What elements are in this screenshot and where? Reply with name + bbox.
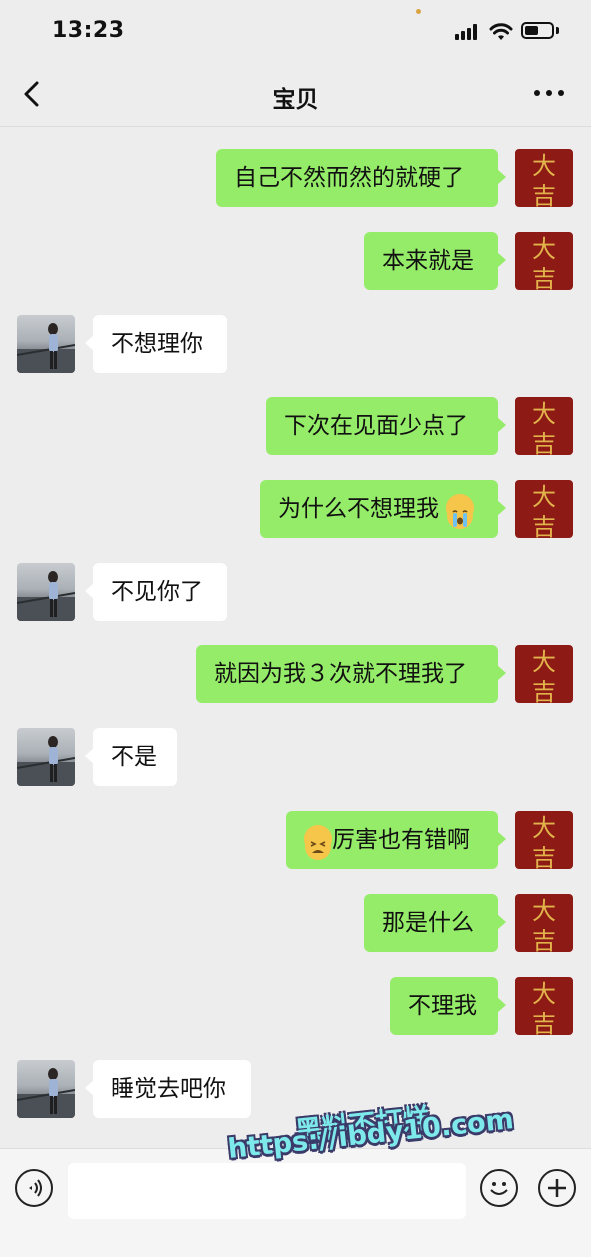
contact-avatar[interactable] bbox=[17, 563, 75, 621]
message-bubble[interactable]: 不理我 bbox=[390, 977, 506, 1035]
self-avatar[interactable]: 大 吉 bbox=[515, 645, 573, 703]
contact-avatar[interactable] bbox=[17, 315, 75, 373]
message-bubble[interactable]: 厉害也有错啊 bbox=[286, 811, 506, 869]
svg-text:大: 大 bbox=[532, 400, 556, 428]
self-avatar[interactable]: 大 吉 bbox=[515, 811, 573, 869]
message-text: 为什么不想理我 bbox=[278, 496, 439, 522]
svg-text:大: 大 bbox=[532, 980, 556, 1008]
message-text: 不见你了 bbox=[111, 579, 203, 605]
message-bubble[interactable]: 不见你了 bbox=[85, 563, 227, 621]
svg-text:大: 大 bbox=[532, 648, 556, 676]
message-bubble[interactable]: 不想理你 bbox=[85, 315, 227, 373]
self-avatar[interactable]: 大 吉 bbox=[515, 397, 573, 455]
contact-avatar[interactable] bbox=[17, 1060, 75, 1118]
svg-text:大: 大 bbox=[532, 235, 556, 263]
page-title: 宝贝 bbox=[272, 87, 319, 113]
svg-text:吉: 吉 bbox=[532, 844, 556, 869]
message-text: 就因为我３次就不理我了 bbox=[214, 661, 467, 687]
input-bar bbox=[0, 1148, 591, 1257]
message-text: 自己不然而然的就硬了 bbox=[234, 165, 464, 191]
crying-face-emoji bbox=[446, 493, 475, 529]
message-bubble[interactable]: 下次在见面少点了 bbox=[266, 397, 506, 455]
message-text: 不是 bbox=[111, 744, 157, 770]
svg-text:大: 大 bbox=[532, 483, 556, 511]
message-bubble[interactable]: 本来就是 bbox=[364, 232, 506, 290]
message-text: 厉害也有错啊 bbox=[332, 827, 470, 853]
privacy-indicator-dot bbox=[416, 9, 421, 14]
status-time: 13:23 bbox=[52, 18, 125, 43]
contact-avatar[interactable] bbox=[17, 728, 75, 786]
svg-text:大: 大 bbox=[532, 814, 556, 842]
svg-text:吉: 吉 bbox=[532, 678, 556, 703]
message-text: 不理我 bbox=[408, 993, 477, 1019]
self-avatar[interactable]: 大 吉 bbox=[515, 232, 573, 290]
voice-icon[interactable] bbox=[15, 1169, 53, 1207]
status-bar: 13:23 bbox=[0, 0, 591, 62]
message-text: 下次在见面少点了 bbox=[284, 413, 468, 439]
ellipsis-icon[interactable] bbox=[534, 90, 566, 98]
message-bubble[interactable]: 就因为我３次就不理我了 bbox=[196, 645, 506, 703]
svg-text:吉: 吉 bbox=[532, 1010, 556, 1035]
message-bubble[interactable]: 不是 bbox=[85, 728, 177, 786]
message-bubble[interactable]: 睡觉去吧你 bbox=[85, 1060, 251, 1118]
message-bubble[interactable]: 为什么不想理我 bbox=[260, 480, 506, 538]
message-list[interactable]: 自己不然而然的就硬了 大 吉 本来就是 大 吉 不想理你 下次在见面少点了 大 … bbox=[0, 127, 591, 1147]
self-avatar[interactable]: 大 吉 bbox=[515, 480, 573, 538]
avatar-char: 吉 bbox=[532, 182, 556, 207]
message-text: 那是什么 bbox=[382, 910, 474, 936]
svg-text:吉: 吉 bbox=[532, 430, 556, 455]
message-text: 不想理你 bbox=[111, 331, 203, 357]
tired-face-emoji bbox=[304, 824, 332, 860]
message-text: 本来就是 bbox=[382, 248, 474, 274]
svg-text:吉: 吉 bbox=[532, 265, 556, 290]
avatar-char: 大 bbox=[532, 152, 556, 180]
chat-header: 宝贝 bbox=[0, 62, 591, 127]
svg-text:吉: 吉 bbox=[532, 513, 556, 538]
message-bubble[interactable]: 自己不然而然的就硬了 bbox=[216, 149, 506, 207]
svg-text:吉: 吉 bbox=[532, 927, 556, 952]
message-input[interactable] bbox=[68, 1163, 466, 1219]
message-bubble[interactable]: 那是什么 bbox=[364, 894, 506, 952]
battery-icon bbox=[521, 22, 554, 39]
self-avatar[interactable]: 大 吉 bbox=[515, 894, 573, 952]
cellular-signal-icon bbox=[455, 24, 483, 40]
self-avatar[interactable]: 大 吉 bbox=[515, 149, 573, 207]
plus-icon[interactable] bbox=[538, 1169, 576, 1207]
wifi-icon bbox=[489, 23, 513, 40]
smiley-icon[interactable] bbox=[480, 1169, 518, 1207]
message-text: 睡觉去吧你 bbox=[111, 1076, 226, 1102]
self-avatar[interactable]: 大 吉 bbox=[515, 977, 573, 1035]
svg-text:大: 大 bbox=[532, 897, 556, 925]
